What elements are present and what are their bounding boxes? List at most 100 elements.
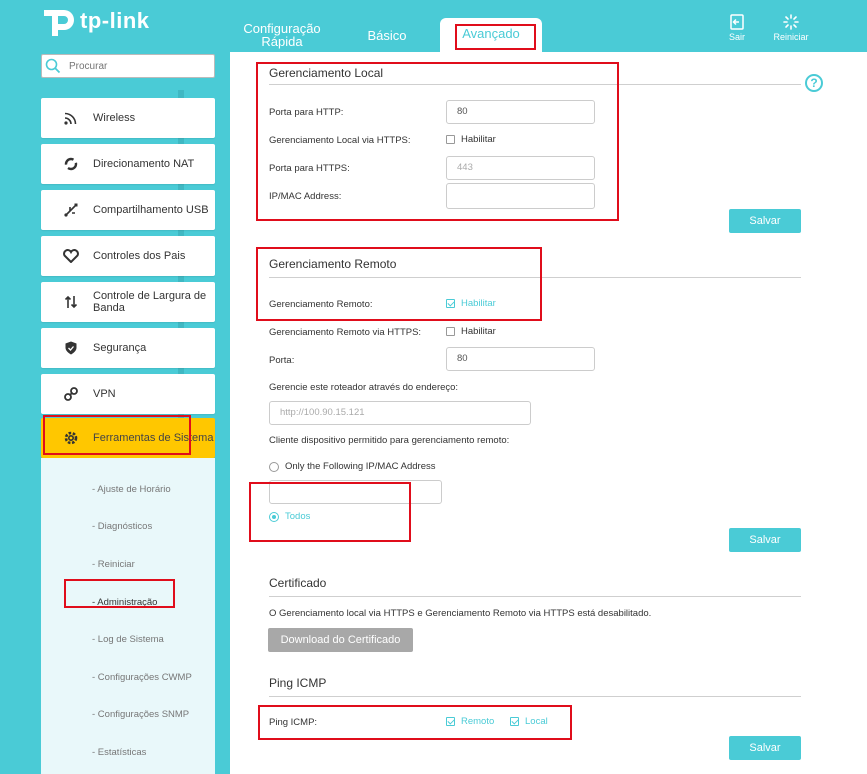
ping-local-checkbox[interactable]: Local [510, 716, 548, 727]
save-icmp-button[interactable]: Salvar [729, 736, 801, 760]
sidebar-item-bandwidth[interactable]: Controle de Largura de Banda [41, 282, 215, 322]
tp-link-logo: tp-link [40, 2, 150, 38]
radio-all[interactable]: Todos [269, 511, 310, 522]
sidebar-item-system-tools[interactable]: Ferramentas de Sistema [41, 418, 215, 458]
radio-dot [269, 461, 279, 472]
tp-link-logo-mark-icon [40, 2, 76, 38]
tab-basic[interactable]: Básico [362, 29, 412, 42]
shield-icon [63, 340, 79, 356]
remote-port-label: Porta: [269, 355, 295, 366]
radio-dot [269, 511, 279, 522]
checkbox-box [510, 717, 519, 726]
radio-label: Todos [285, 511, 311, 522]
logout-button[interactable]: Sair [724, 14, 750, 42]
sidebar-item-usb[interactable]: Compartilhamento USB [41, 190, 215, 230]
checkbox-label: Remoto [461, 716, 495, 727]
https-port-label: Porta para HTTPS: [269, 163, 350, 174]
sidebar-item-label: Wireless [93, 112, 136, 124]
allowed-client-label: Cliente dispositivo permitido para geren… [269, 435, 510, 446]
sidebar-item-nat[interactable]: Direcionamento NAT [41, 144, 215, 184]
submenu-item-diagnostics[interactable]: - Diagnósticos [92, 521, 152, 532]
sidebar-item-security[interactable]: Segurança [41, 328, 215, 368]
top-bar: tp-link Configuração Rápida Básico Avanç… [0, 0, 867, 52]
section-divider [269, 696, 801, 697]
tab-advanced[interactable]: Avançado [440, 18, 542, 52]
section-title-local-management: Gerenciamento Local [269, 66, 384, 80]
checkbox-label: Habilitar [461, 326, 496, 337]
sidebar-item-parental-controls[interactable]: Controles dos Pais [41, 236, 215, 276]
search-box[interactable] [41, 54, 215, 78]
http-port-input[interactable]: 80 [446, 100, 595, 124]
submenu-item-cwmp-settings[interactable]: - Configurações CWMP [92, 672, 192, 683]
search-input[interactable] [69, 60, 209, 72]
sidebar: Wireless Direcionamento NAT Compartilham… [40, 52, 216, 774]
sidebar-item-label: Compartilhamento USB [93, 204, 209, 216]
checkbox-box [446, 717, 455, 726]
ipmac-label: IP/MAC Address: [269, 191, 342, 202]
https-port-input[interactable]: 443 [446, 156, 595, 180]
logout-label: Sair [728, 32, 745, 42]
remote-management-checkbox[interactable]: Habilitar [446, 298, 496, 309]
reboot-button[interactable]: Reiniciar [770, 14, 812, 42]
main-content: ? Gerenciamento Local Porta para HTTP: 8… [230, 52, 867, 774]
remote-https-label: Gerenciamento Remoto via HTTPS: [269, 327, 422, 338]
bandwidth-arrows-icon [63, 294, 79, 310]
remote-address-input[interactable]: http://100.90.15.121 [269, 401, 531, 425]
submenu-item-system-log[interactable]: - Log de Sistema [92, 634, 164, 645]
section-title-remote-management: Gerenciamento Remoto [269, 257, 397, 271]
tab-quick-setup[interactable]: Configuração Rápida [238, 22, 326, 48]
tab-quick-setup-line2: Rápida [261, 34, 303, 49]
sidebar-item-label: Controles dos Pais [93, 250, 186, 262]
reboot-label: Reiniciar [773, 32, 809, 42]
allowed-ipmac-input[interactable] [269, 480, 442, 504]
gear-icon [63, 430, 79, 446]
sidebar-item-wireless[interactable]: Wireless [41, 98, 215, 138]
tab-advanced-label: Avançado [462, 26, 520, 41]
section-title-ping-icmp: Ping ICMP [269, 676, 327, 690]
sidebar-item-label: Direcionamento NAT [93, 158, 195, 170]
sidebar-item-label: VPN [93, 388, 116, 400]
wifi-icon [63, 110, 79, 126]
nat-forwarding-icon [63, 156, 79, 172]
save-local-button[interactable]: Salvar [729, 209, 801, 233]
reboot-spinner-icon [783, 14, 799, 30]
sidebar-item-vpn[interactable]: VPN [41, 374, 215, 414]
section-divider [269, 596, 801, 597]
remote-https-checkbox[interactable]: Habilitar [446, 326, 496, 337]
submenu-item-snmp-settings[interactable]: - Configurações SNMP [92, 709, 189, 720]
submenu-item-time-settings[interactable]: - Ajuste de Horário [92, 484, 171, 495]
ping-remote-checkbox[interactable]: Remoto [446, 716, 494, 727]
submenu-item-statistics[interactable]: - Estatísticas [92, 747, 146, 758]
radio-only-following[interactable]: Only the Following IP/MAC Address [269, 461, 435, 472]
checkbox-label: Local [525, 716, 548, 727]
remote-address-label: Gerencie este roteador através do endere… [269, 382, 459, 393]
vpn-link-icon [63, 386, 79, 402]
download-certificate-button[interactable]: Download do Certificado [268, 628, 413, 652]
section-divider [269, 84, 801, 85]
local-https-checkbox[interactable]: Habilitar [446, 134, 496, 145]
certificate-note: O Gerenciamento local via HTTPS e Gerenc… [269, 608, 652, 619]
submenu-item-reboot[interactable]: - Reiniciar [92, 559, 135, 570]
heart-icon [63, 248, 79, 264]
remote-management-label: Gerenciamento Remoto: [269, 299, 373, 310]
system-tools-submenu: - Ajuste de Horário - Diagnósticos - Rei… [41, 458, 215, 774]
search-icon [45, 58, 61, 74]
ipmac-input[interactable] [446, 183, 595, 209]
submenu-item-administration[interactable]: - Administração [92, 597, 157, 608]
save-remote-button[interactable]: Salvar [729, 528, 801, 552]
http-port-label: Porta para HTTP: [269, 107, 344, 118]
help-icon[interactable]: ? [805, 74, 823, 92]
checkbox-box [446, 327, 455, 336]
logout-icon [730, 14, 744, 30]
checkbox-box [446, 135, 455, 144]
sidebar-item-label: Segurança [93, 342, 147, 354]
brand-name: tp-link [80, 8, 150, 33]
remote-port-input[interactable]: 80 [446, 347, 595, 371]
sidebar-item-label: Ferramentas de Sistema [93, 432, 214, 444]
sidebar-item-label: Controle de Largura de Banda [93, 290, 207, 314]
checkbox-label: Habilitar [461, 134, 496, 145]
section-divider [269, 277, 801, 278]
radio-label: Only the Following IP/MAC Address [285, 461, 436, 472]
usb-icon [63, 202, 79, 218]
checkbox-label: Habilitar [461, 298, 496, 309]
